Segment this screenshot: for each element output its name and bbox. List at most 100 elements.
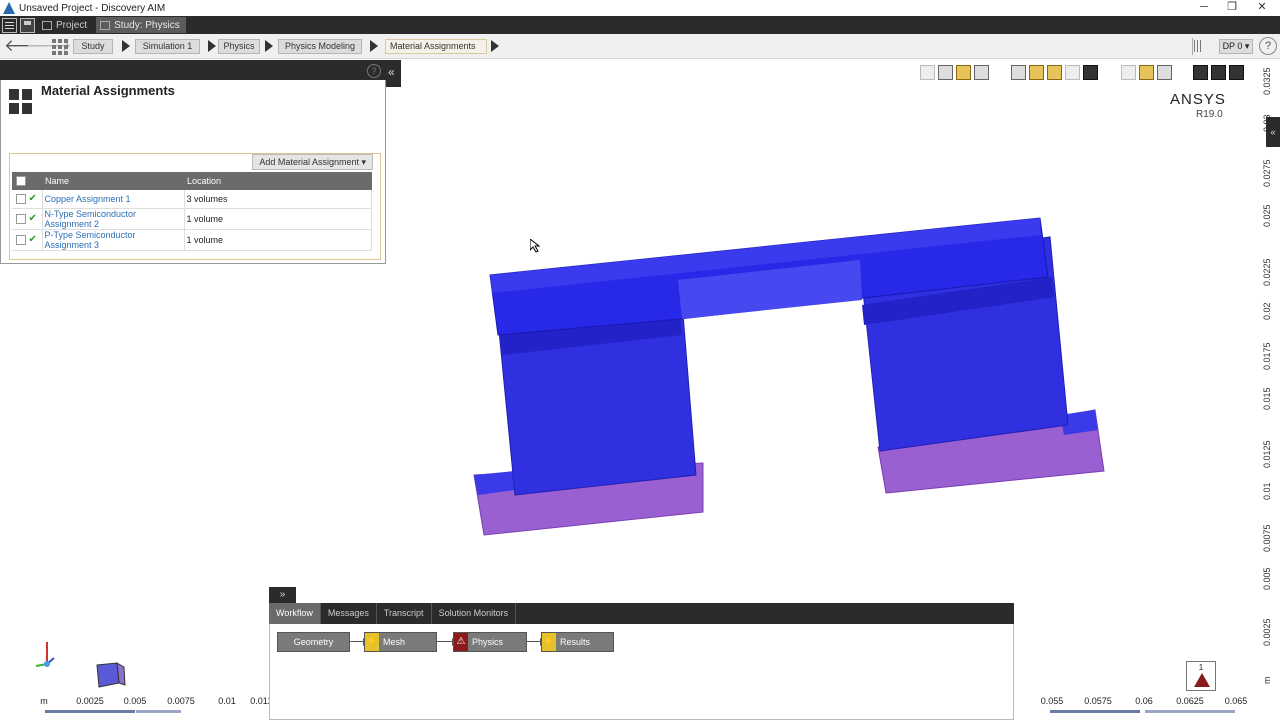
breadcrumb-physics[interactable]: Physics <box>218 39 260 54</box>
arrow-right-icon <box>527 638 546 646</box>
select-face-icon[interactable] <box>956 65 971 80</box>
ruler-tick: 0.0075 <box>167 696 195 706</box>
view-toolbar-right <box>1121 65 1175 81</box>
workflow-node-geometry[interactable]: Geometry <box>277 632 350 652</box>
tab-project[interactable]: Project <box>38 17 93 33</box>
assignments-table: Name Location ✔ Copper Assignment 1 3 vo… <box>12 172 372 251</box>
workflow-tab-bar: Workflow Messages Transcript Solution Mo… <box>269 603 1014 624</box>
ruler-tick: 0.0575 <box>1084 696 1112 706</box>
view-toolbar-display <box>1193 65 1247 81</box>
tab-project-label: Project <box>56 19 88 31</box>
ansys-app-icon <box>3 2 15 14</box>
arrow-right-icon <box>437 638 458 646</box>
select-all-checkbox[interactable] <box>16 176 26 187</box>
table-row[interactable]: ✔ Copper Assignment 1 3 volumes <box>12 190 372 209</box>
ruler-tick: 0.025 <box>1262 204 1272 227</box>
row-checkbox[interactable] <box>16 193 26 204</box>
check-icon: ✔ <box>28 213 37 224</box>
panel-title: Material Assignments <box>41 83 175 98</box>
assignment-name-link[interactable]: Copper Assignment 1 <box>42 190 185 209</box>
ruler-tick: 0.005 <box>123 696 147 706</box>
chevron-right-icon <box>491 40 499 52</box>
tab-study-label: Study: Physics <box>114 19 180 31</box>
breadcrumb-material-assignments[interactable]: Material Assignments <box>385 39 487 54</box>
back-arrow-icon[interactable]: 🡐 <box>4 37 50 55</box>
front-view-icon[interactable] <box>1011 65 1026 80</box>
side-panel-toggle[interactable]: « <box>1266 117 1280 147</box>
app-grid-icon[interactable] <box>52 39 68 55</box>
chevron-right-icon <box>122 40 130 52</box>
save-icon[interactable] <box>20 17 35 33</box>
design-point-dropdown[interactable]: DP 0 ▾ <box>1219 39 1253 54</box>
display-edges-icon[interactable] <box>1211 65 1226 80</box>
view-toolbar-middle <box>1011 65 1101 81</box>
panel-help-icon[interactable]: ? <box>367 64 381 78</box>
assignment-name-link[interactable]: N-Type Semiconductor Assignment 2 <box>42 208 185 230</box>
tab-transcript[interactable]: Transcript <box>377 603 432 624</box>
tab-study-physics[interactable]: Study: Physics <box>96 17 186 33</box>
ruler-tick: 0.0275 <box>1262 159 1272 187</box>
chevron-right-icon <box>370 40 378 52</box>
workflow-node-mesh[interactable]: ⚡ Mesh <box>364 632 437 652</box>
ruler-tick: 0.02 <box>1262 302 1272 320</box>
column-header-name[interactable]: Name <box>42 172 184 190</box>
workflow-node-results[interactable]: ⚡ Results <box>541 632 614 652</box>
ruler-tick: 0.01 <box>1262 482 1272 500</box>
assignment-location: 1 volume <box>184 208 372 230</box>
workflow-collapse-toggle[interactable]: » <box>269 587 296 603</box>
workflow-node-physics[interactable]: ⚠ Physics <box>453 632 527 652</box>
table-row[interactable]: ✔ P-Type Semiconductor Assignment 3 1 vo… <box>12 229 372 251</box>
help-icon[interactable]: ? <box>1259 37 1277 55</box>
breadcrumb-physics-modeling[interactable]: Physics Modeling <box>278 39 362 54</box>
title-bar: Unsaved Project - Discovery AIM ─ ❐ ✕ <box>0 0 1280 16</box>
row-checkbox[interactable] <box>16 213 26 224</box>
ruler-scale-bar <box>45 710 135 713</box>
ruler-tick: 0.0025 <box>76 696 104 706</box>
forward-arrow-icon[interactable]: 🡒 <box>26 37 72 55</box>
shaded-view-icon[interactable] <box>1083 65 1098 80</box>
view-toolbar-left <box>920 65 992 81</box>
project-tab-bar: Project Study: Physics <box>0 16 1280 34</box>
ruler-tick: m <box>40 696 48 706</box>
ruler-tick: 0.0325 <box>1262 67 1272 95</box>
model-geometry[interactable] <box>470 215 1110 545</box>
breadcrumb-study[interactable]: Study <box>73 39 113 54</box>
ruler-tick: 0.065 <box>1224 696 1248 706</box>
add-material-assignment-button[interactable]: Add Material Assignment ▾ <box>252 154 373 170</box>
vertical-ruler: 0.0325 0.03 0.0275 0.025 0.0225 0.02 0.0… <box>1258 60 1280 710</box>
display-faces-icon[interactable] <box>1229 65 1244 80</box>
collapse-panel-icon[interactable]: « <box>388 65 395 79</box>
breadcrumb-bar: 🡐 🡒 Study Simulation 1 Physics Physics M… <box>0 34 1280 59</box>
table-row[interactable]: ✔ N-Type Semiconductor Assignment 2 1 vo… <box>12 208 372 230</box>
ruler-scale-bar <box>136 710 181 713</box>
select-box-icon[interactable] <box>938 65 953 80</box>
breadcrumb-simulation[interactable]: Simulation 1 <box>135 39 200 54</box>
select-body-icon[interactable] <box>974 65 989 80</box>
select-icon[interactable] <box>920 65 935 80</box>
tab-messages[interactable]: Messages <box>321 603 377 624</box>
zoom-icon[interactable] <box>1139 65 1154 80</box>
fit-all-icon[interactable] <box>1157 65 1172 80</box>
restore-button[interactable]: ❐ <box>1216 0 1248 16</box>
axis-triad-icon[interactable] <box>32 636 62 670</box>
close-button[interactable]: ✕ <box>1246 0 1278 16</box>
ruler-tick: 0.0175 <box>1262 342 1272 370</box>
assignment-name-link[interactable]: P-Type Semiconductor Assignment 3 <box>42 229 185 251</box>
display-points-icon[interactable] <box>1193 65 1208 80</box>
view-cube-icon[interactable] <box>95 661 127 691</box>
top-view-icon[interactable] <box>1065 65 1080 80</box>
tab-workflow[interactable]: Workflow <box>269 603 321 624</box>
tab-solution-monitors[interactable]: Solution Monitors <box>432 603 517 624</box>
zoom-box-icon[interactable] <box>1121 65 1136 80</box>
ruler-tick: 0.06 <box>1135 696 1153 706</box>
menu-icon[interactable] <box>2 17 17 33</box>
row-checkbox[interactable] <box>16 234 26 245</box>
column-header-location[interactable]: Location <box>184 172 372 190</box>
iso-view-icon[interactable] <box>1029 65 1044 80</box>
assignment-location: 3 volumes <box>184 190 372 209</box>
error-icon: ⚠ <box>454 633 468 651</box>
error-count-indicator[interactable]: 1 <box>1186 661 1216 691</box>
side-view-icon[interactable] <box>1047 65 1062 80</box>
pause-icon[interactable] <box>1192 38 1216 55</box>
project-icon <box>42 20 52 30</box>
